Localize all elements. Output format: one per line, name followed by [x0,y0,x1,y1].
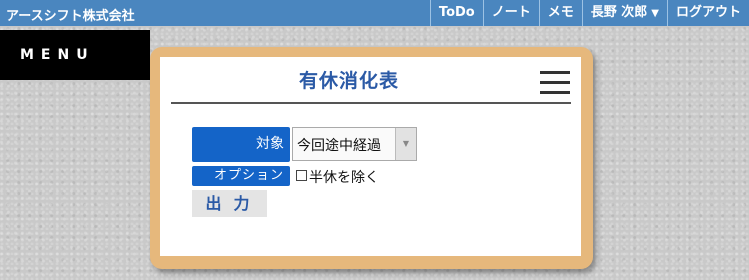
user-name: 長野 次郎 [590,5,648,20]
nav-todo[interactable]: ToDo [429,0,483,26]
page-title: 有休消化表 [298,70,399,92]
card-panel: 有休消化表 対象 今回途中経過 ▼ オプション 半休を除く 出力 [160,57,581,256]
target-select-value: 今回途中経過 [297,138,381,154]
dropdown-arrow-icon: ▼ [395,128,416,160]
top-nav: ToDo ノート メモ 長野 次郎 ▼ ログアウト [429,0,749,26]
exclude-half-day-checkbox[interactable] [296,170,307,181]
caret-down-icon: ▼ [651,8,659,19]
nav-note[interactable]: ノート [482,0,539,26]
top-bar: アースシフト株式会社 ToDo ノート メモ 長野 次郎 ▼ ログアウト [0,0,749,26]
nav-user-menu[interactable]: 長野 次郎 ▼ [581,0,667,26]
card-frame: 有休消化表 対象 今回途中経過 ▼ オプション 半休を除く 出力 [150,47,593,269]
menu-button[interactable]: MENU [0,30,150,80]
exclude-half-day-label[interactable]: 半休を除く [309,167,379,187]
output-button[interactable]: 出力 [192,190,267,217]
nav-logout[interactable]: ログアウト [666,0,749,26]
option-label: オプション [192,166,290,186]
target-select[interactable]: 今回途中経過 ▼ [292,127,417,161]
company-name: アースシフト株式会社 [6,9,135,24]
title-divider [171,102,571,104]
hamburger-icon[interactable] [540,71,570,95]
target-label: 対象 [192,127,290,162]
nav-memo[interactable]: メモ [538,0,582,26]
